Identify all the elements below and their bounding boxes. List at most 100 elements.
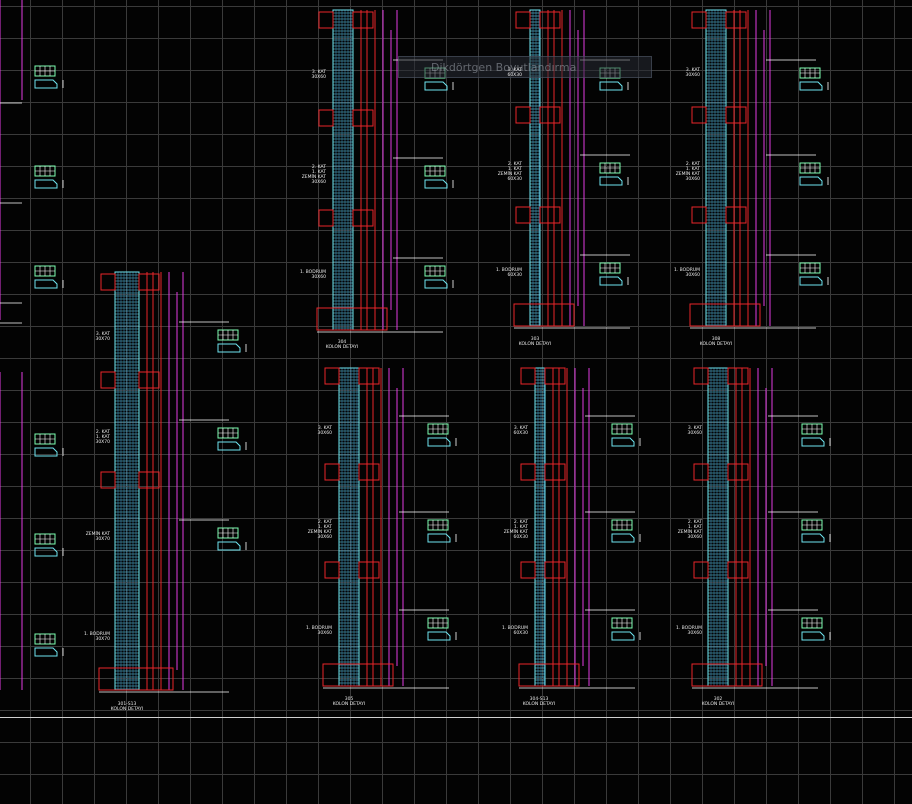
column-caption: 303 KOLON DETAYI <box>513 337 557 347</box>
tooltip-rectangle-dimension: Dikdörtgen Boyutlandırma <box>398 56 652 78</box>
column-301-s13-stirrup-shape <box>217 541 241 551</box>
column-label: 2. KAT 1. KAT ZEMİN KAT 30X60 <box>677 520 702 540</box>
caption-title: KOLON DETAYI <box>522 702 556 707</box>
column-305-stirrup-shape <box>427 631 451 641</box>
column-label: 2. KAT 1. KAT ZEMİN KAT 60X30 <box>503 520 528 540</box>
column-304-beam-right <box>352 11 374 29</box>
column-308-stirrup-shape <box>799 81 823 91</box>
column-302-beam-left <box>693 561 709 579</box>
column-305-beam-left <box>324 367 340 385</box>
partial-col-2-stirrup-shape <box>34 547 58 557</box>
column-302-beam-right <box>727 463 749 481</box>
column-301-s13-beam-left <box>100 371 116 389</box>
column-308-beam-left <box>691 106 707 124</box>
column-label: 1. BODRUM 30X60 <box>673 268 700 278</box>
column-303-beam-right <box>539 11 561 29</box>
column-label: 3. KAT 60X30 <box>513 426 528 436</box>
column-303-beam-right <box>539 106 561 124</box>
column-304-beam-right <box>352 109 374 127</box>
column-308-stirrup-shape <box>799 276 823 286</box>
column-301-s13-beam-right <box>138 273 160 291</box>
partial-col-stirrup-shape <box>34 179 58 189</box>
column-301-s13-beam-left <box>100 273 116 291</box>
column-303-footing <box>513 303 575 327</box>
column-304-beam-left <box>318 11 334 29</box>
column-304-stirrup-shape <box>424 81 448 91</box>
caption-title: KOLON DETAYI <box>325 345 359 350</box>
column-301-s13-stirrup-shape <box>217 441 241 451</box>
column-label: ZEMİN KAT 30X70 <box>85 532 110 542</box>
drawing-boundary-line <box>0 717 912 718</box>
column-label: 1. BODRUM 30X70 <box>83 632 110 642</box>
column-label: 1. BODRUM 30X60 <box>305 626 332 636</box>
column-305-beam-right <box>358 463 380 481</box>
column-304-s13-beam-left <box>520 367 536 385</box>
column-301-s13-beam-right <box>138 471 160 489</box>
column-label: 1. BODRUM 30X60 <box>299 270 326 280</box>
column-caption: 304-S13 KOLON DETAYI <box>517 697 561 707</box>
column-302-stirrup-shape <box>801 437 825 447</box>
caption-title: KOLON DETAYI <box>701 702 735 707</box>
column-308-beam-left <box>691 11 707 29</box>
column-303-stirrup-shape <box>599 81 623 91</box>
column-305-stirrup-shape <box>427 437 451 447</box>
partial-col-stirrup-shape <box>34 279 58 289</box>
column-304-beam-left <box>318 109 334 127</box>
column-label: 2. KAT 1. KAT ZEMİN KAT 30X60 <box>675 162 700 182</box>
column-303-stirrup-shape <box>599 276 623 286</box>
caption-title: KOLON DETAYI <box>699 342 733 347</box>
column-305-beam-right <box>358 561 380 579</box>
column-label: 2. KAT 1. KAT ZEMİN KAT 30X60 <box>301 165 326 185</box>
column-label: 3. KAT 30X60 <box>687 426 702 436</box>
column-304-s13-beam-right <box>544 561 566 579</box>
partial-col-2-stirrup-shape <box>34 447 58 457</box>
column-label: 1. BODRUM 60X30 <box>501 626 528 636</box>
column-303-beam-left <box>515 106 531 124</box>
caption-title: KOLON DETAYI <box>110 707 144 712</box>
column-303-stirrup-shape <box>599 176 623 186</box>
caption-title: KOLON DETAYI <box>332 702 366 707</box>
column-305-beam-left <box>324 463 340 481</box>
column-304-s13-stirrup-shape <box>611 437 635 447</box>
column-308-beam-right <box>725 206 747 224</box>
column-detail-drawing <box>0 0 831 693</box>
partial-col-stirrup-shape <box>34 79 58 89</box>
column-305-beam-right <box>358 367 380 385</box>
column-caption: 305 KOLON DETAYI <box>327 697 371 707</box>
column-304-stirrup-shape <box>424 279 448 289</box>
column-label: 2. KAT 1. KAT ZEMİN KAT 60X30 <box>497 162 522 182</box>
column-301-s13-beam-left <box>100 471 116 489</box>
column-302-beam-right <box>727 367 749 385</box>
column-label: 3. KAT 60X30 <box>507 68 522 78</box>
column-caption: 301-S13 KOLON DETAYI <box>105 702 149 712</box>
column-304-s13-beam-right <box>544 463 566 481</box>
column-304-s13-footing <box>518 663 580 687</box>
column-304-s13-stirrup-shape <box>611 533 635 543</box>
cad-drawing-canvas[interactable]: Dikdörtgen Boyutlandırma 3. KAT 30X60 2.… <box>0 0 912 804</box>
column-301-s13-stirrup-shape <box>217 343 241 353</box>
column-label: 2. KAT 1. KAT 30X70 <box>95 430 110 445</box>
column-304-beam-right <box>352 209 374 227</box>
column-caption: 308 KOLON DETAYI <box>694 337 738 347</box>
column-label: 3. KAT 30X60 <box>317 426 332 436</box>
column-caption: 304 KOLON DETAYI <box>320 340 364 350</box>
column-304-s13-beam-left <box>520 463 536 481</box>
column-305-beam-left <box>324 561 340 579</box>
column-302-stirrup-shape <box>801 631 825 641</box>
column-308-beam-right <box>725 106 747 124</box>
caption-title: KOLON DETAYI <box>518 342 552 347</box>
column-301-s13-beam-right <box>138 371 160 389</box>
column-303-beam-left <box>515 11 531 29</box>
column-308-stirrup-shape <box>799 176 823 186</box>
column-303-beam-right <box>539 206 561 224</box>
column-304-s13-beam-right <box>544 367 566 385</box>
column-308-beam-right <box>725 11 747 29</box>
column-304-s13-beam-left <box>520 561 536 579</box>
column-label: 1. BODRUM 60X30 <box>495 268 522 278</box>
column-label: 3. KAT 30X70 <box>95 332 110 342</box>
column-304-beam-left <box>318 209 334 227</box>
column-caption: 302 KOLON DETAYI <box>696 697 740 707</box>
column-304-stirrup-shape <box>424 179 448 189</box>
column-label: 3. KAT 30X60 <box>311 70 326 80</box>
column-302-beam-left <box>693 367 709 385</box>
